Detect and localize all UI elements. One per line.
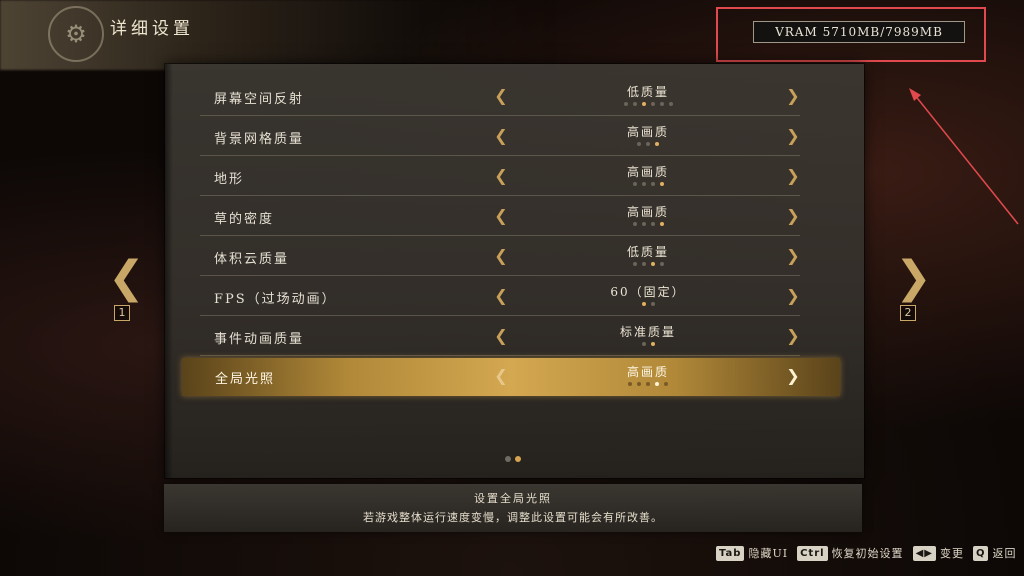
hint-change: 变更 <box>939 547 964 560</box>
level-dot-active <box>650 262 655 266</box>
setting-level-dots <box>548 382 748 386</box>
level-dot <box>628 382 632 386</box>
hint-restore-defaults: 恢复初始设置 <box>831 547 904 560</box>
setting-level-dots <box>548 142 748 146</box>
setting-label: FPS（过场动画） <box>214 292 337 307</box>
next-page-arrow-icon[interactable]: ❯ <box>895 256 932 300</box>
level-dot-active <box>655 382 659 386</box>
level-dot <box>650 222 655 226</box>
key-tab[interactable]: Tab <box>716 545 745 561</box>
chevron-right-icon[interactable]: ❯ <box>786 367 800 385</box>
level-dot <box>664 382 668 386</box>
level-dot-active <box>641 102 646 106</box>
level-dot-active <box>659 222 664 226</box>
level-dot <box>650 102 655 106</box>
setting-row[interactable]: 全局光照 ❮ 高画质 ❯ <box>182 358 840 396</box>
setting-label: 地形 <box>214 172 245 187</box>
level-dot <box>637 142 641 146</box>
setting-level-dots <box>548 182 748 186</box>
level-dot-active <box>650 342 655 346</box>
setting-row[interactable]: 草的密度 ❮ 高画质 ❯ <box>200 198 800 236</box>
level-dot <box>632 222 637 226</box>
key-hints-bar: Tab 隐藏UI Ctrl 恢复初始设置 ◀▶ 变更 Q 返回 <box>716 544 1021 562</box>
setting-value: 低质量 <box>626 245 669 259</box>
setting-value: 高画质 <box>626 125 669 139</box>
setting-value: 低质量 <box>626 85 669 99</box>
chevron-right-icon[interactable]: ❯ <box>786 287 800 305</box>
setting-label: 体积云质量 <box>214 252 290 267</box>
setting-level-dots <box>548 342 748 346</box>
setting-level-dots <box>548 222 748 226</box>
setting-row[interactable]: 地形 ❮ 高画质 ❯ <box>200 158 800 196</box>
key-q[interactable]: Q <box>972 545 989 561</box>
level-dot <box>650 182 655 186</box>
setting-label: 事件动画质量 <box>214 332 305 347</box>
chevron-right-icon[interactable]: ❯ <box>786 207 800 225</box>
description-title: 设置全局光照 <box>474 492 552 505</box>
setting-row[interactable]: 事件动画质量 ❮ 标准质量 ❯ <box>200 318 800 356</box>
chevron-left-icon[interactable]: ❮ <box>494 327 508 345</box>
setting-label: 草的密度 <box>214 212 275 227</box>
hint-hide-ui: 隐藏UI <box>748 547 789 560</box>
level-dot <box>650 302 655 306</box>
hint-back: 返回 <box>992 547 1017 560</box>
level-dot <box>668 102 673 106</box>
level-dot <box>641 182 646 186</box>
setting-row[interactable]: 屏幕空间反射 ❮ 低质量 ❯ <box>200 78 800 116</box>
next-page-number[interactable]: 2 <box>900 305 916 321</box>
level-dot-active <box>659 182 664 186</box>
chevron-right-icon[interactable]: ❯ <box>786 247 800 265</box>
level-dot <box>637 382 641 386</box>
setting-label: 屏幕空间反射 <box>214 92 305 107</box>
level-dot-active <box>641 302 646 306</box>
chevron-left-icon[interactable]: ❮ <box>494 87 508 105</box>
level-dot <box>623 102 628 106</box>
level-dot <box>641 262 646 266</box>
chevron-left-icon[interactable]: ❮ <box>494 247 508 265</box>
setting-value: 高画质 <box>626 365 669 379</box>
setting-value: 标准质量 <box>619 325 676 339</box>
level-dot <box>646 382 650 386</box>
setting-label: 背景网格质量 <box>214 132 305 147</box>
level-dot <box>632 262 637 266</box>
level-dot <box>632 182 637 186</box>
level-dot <box>659 102 664 106</box>
description-panel: 设置全局光照 若游戏整体运行速度变慢，调整此设置可能会有所改善。 <box>164 484 862 532</box>
prev-page-arrow-icon[interactable]: ❮ <box>108 256 145 300</box>
setting-value: 60（固定） <box>610 285 686 299</box>
chevron-right-icon[interactable]: ❯ <box>786 167 800 185</box>
chevron-right-icon[interactable]: ❯ <box>786 87 800 105</box>
key-ctrl[interactable]: Ctrl <box>797 545 828 561</box>
level-dot-active <box>655 142 659 146</box>
setting-value: 高画质 <box>626 205 669 219</box>
page-indicator <box>505 456 521 462</box>
page-dot <box>505 456 511 462</box>
chevron-left-icon[interactable]: ❮ <box>494 167 508 185</box>
chevron-right-icon[interactable]: ❯ <box>786 327 800 345</box>
level-dot <box>659 262 664 266</box>
chevron-left-icon[interactable]: ❮ <box>494 367 508 385</box>
setting-row[interactable]: FPS（过场动画） ❮ 60（固定） ❯ <box>200 278 800 316</box>
level-dot <box>641 342 646 346</box>
chevron-left-icon[interactable]: ❮ <box>494 207 508 225</box>
setting-value: 高画质 <box>626 165 669 179</box>
page-dot-active <box>515 456 521 462</box>
description-text: 若游戏整体运行速度变慢，调整此设置可能会有所改善。 <box>363 511 663 524</box>
key-left-right[interactable]: ◀▶ <box>912 545 936 561</box>
chevron-left-icon[interactable]: ❮ <box>494 127 508 145</box>
panel-edge <box>165 64 173 478</box>
setting-row[interactable]: 背景网格质量 ❮ 高画质 ❯ <box>200 118 800 156</box>
level-dot <box>632 102 637 106</box>
level-dot <box>646 142 650 146</box>
setting-label: 全局光照 <box>215 372 276 387</box>
chevron-right-icon[interactable]: ❯ <box>786 127 800 145</box>
setting-level-dots <box>548 102 748 106</box>
level-dot <box>641 222 646 226</box>
setting-row[interactable]: 体积云质量 ❮ 低质量 ❯ <box>200 238 800 276</box>
prev-page-number[interactable]: 1 <box>114 305 130 321</box>
setting-level-dots <box>548 302 748 306</box>
chevron-left-icon[interactable]: ❮ <box>494 287 508 305</box>
setting-level-dots <box>548 262 748 266</box>
